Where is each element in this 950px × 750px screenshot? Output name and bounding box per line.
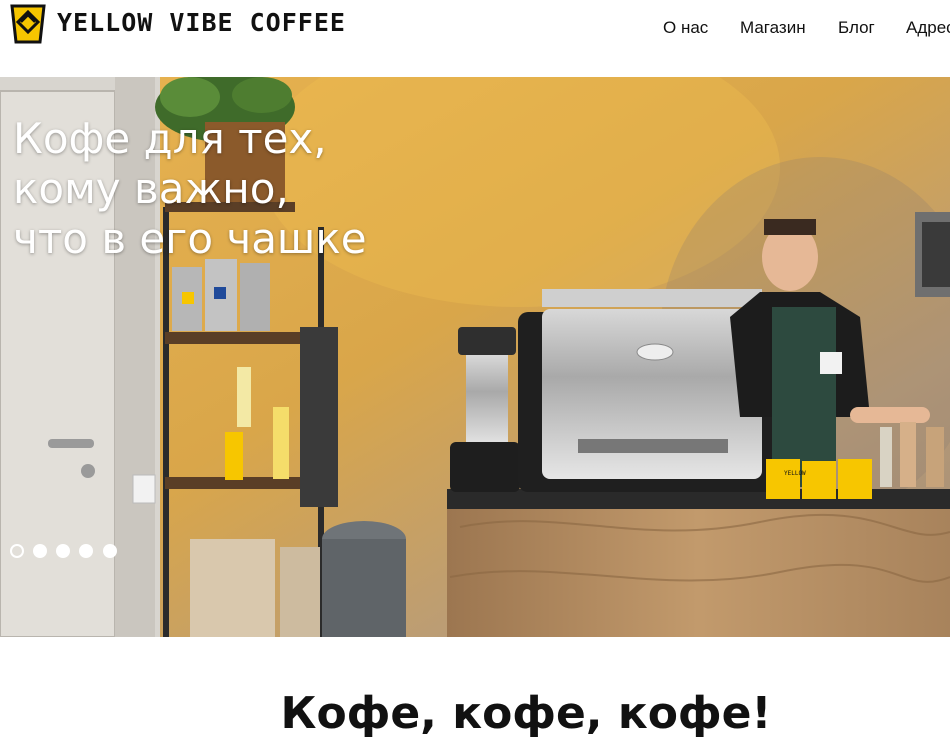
hero-title: Кофе для тех, кому важно, что в его чашк…: [13, 114, 367, 264]
slider-dot-5[interactable]: [103, 544, 117, 558]
hero-title-line: кому важно,: [13, 164, 289, 213]
slider-dot-1[interactable]: [10, 544, 24, 558]
section-title: Кофе, кофе, кофе!: [280, 688, 772, 739]
hero-slider: YELLOW Кофе для тех, кому важно, что в е…: [0, 77, 950, 637]
slider-dot-3[interactable]: [56, 544, 70, 558]
cup-text: YELLOW: [784, 470, 806, 477]
hero-title-line: Кофе для тех,: [13, 114, 327, 163]
main-nav: О нас Магазин Блог Адрес: [0, 18, 950, 40]
slider-dot-2[interactable]: [33, 544, 47, 558]
nav-link-address[interactable]: Адрес: [906, 18, 950, 38]
nav-link-about[interactable]: О нас: [663, 18, 708, 38]
hero-title-line: что в его чашке: [13, 214, 367, 263]
site-header: YELLOW VIBE COFFEE О нас Магазин Блог Ад…: [0, 0, 950, 77]
nav-link-shop[interactable]: Магазин: [740, 18, 806, 38]
slider-dot-4[interactable]: [79, 544, 93, 558]
nav-link-blog[interactable]: Блог: [838, 18, 875, 38]
